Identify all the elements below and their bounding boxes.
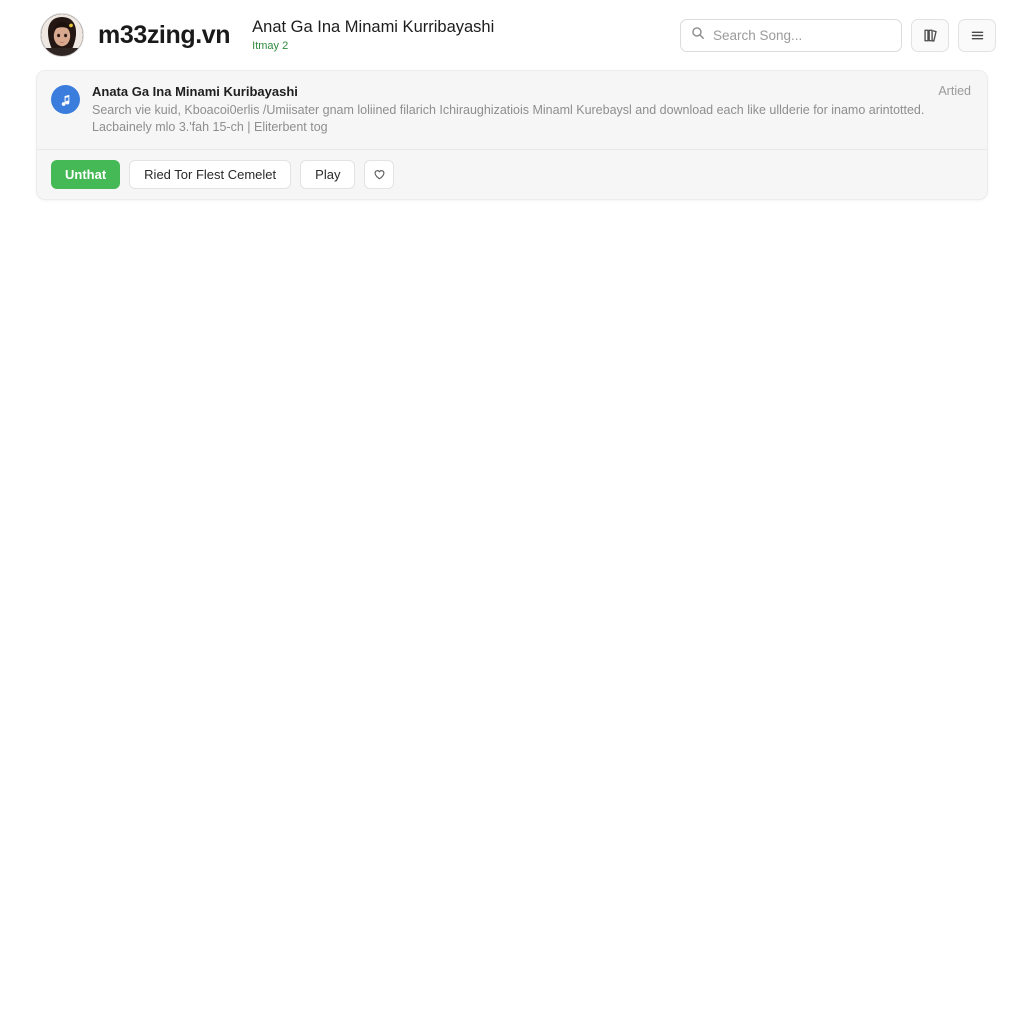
song-description-line-2: Lacbainely mlo 3.'fah 15-ch | Eliterbent… <box>92 120 328 135</box>
page-title: Anat Ga Ina Minami Kurribayashi <box>252 18 495 37</box>
app-page: m33zing.vn Anat Ga Ina Minami Kurribayas… <box>0 0 1024 1024</box>
search-box[interactable] <box>680 18 902 52</box>
page-subtitle: Itmay 2 <box>252 39 289 52</box>
song-title: Anata Ga Ina Minami Kuribayashi <box>92 84 298 99</box>
song-card-actions: Unthat Ried Tor Flest Cemelet Play <box>37 149 987 200</box>
library-book-icon <box>923 28 938 43</box>
brand-group[interactable]: m33zing.vn <box>40 13 231 57</box>
hamburger-menu-icon <box>970 28 985 43</box>
page-title-block: Anat Ga Ina Minami Kurribayashi Itmay 2 <box>252 17 494 53</box>
header-actions <box>680 18 996 52</box>
search-input[interactable] <box>713 27 891 43</box>
primary-action-button[interactable]: Unthat <box>51 160 121 190</box>
search-icon <box>691 26 705 45</box>
user-avatar-photo[interactable] <box>40 13 84 57</box>
favorite-button[interactable] <box>364 160 395 190</box>
song-description: Search vie kuid, Kboacoi0erlis /Umiisate… <box>92 102 926 138</box>
music-note-icon <box>51 85 80 114</box>
menu-button[interactable] <box>958 18 996 52</box>
play-button[interactable]: Play <box>300 160 356 190</box>
song-description-line-1: Search vie kuid, Kboacoi0erlis /Umiisate… <box>92 102 925 117</box>
song-card-body: Anata Ga Ina Minami Kuribayashi Search v… <box>37 71 987 149</box>
app-header: m33zing.vn Anat Ga Ina Minami Kurribayas… <box>0 0 1024 70</box>
heart-icon <box>373 168 386 181</box>
brand-name: m33zing.vn <box>98 20 231 49</box>
song-card-text: Anata Ga Ina Minami Kuribayashi Search v… <box>92 83 926 137</box>
song-type-label: Artied <box>938 84 971 98</box>
song-card: Anata Ga Ina Minami Kuribayashi Search v… <box>36 70 988 201</box>
library-button[interactable] <box>911 18 949 52</box>
secondary-action-button[interactable]: Ried Tor Flest Cemelet <box>129 160 292 190</box>
